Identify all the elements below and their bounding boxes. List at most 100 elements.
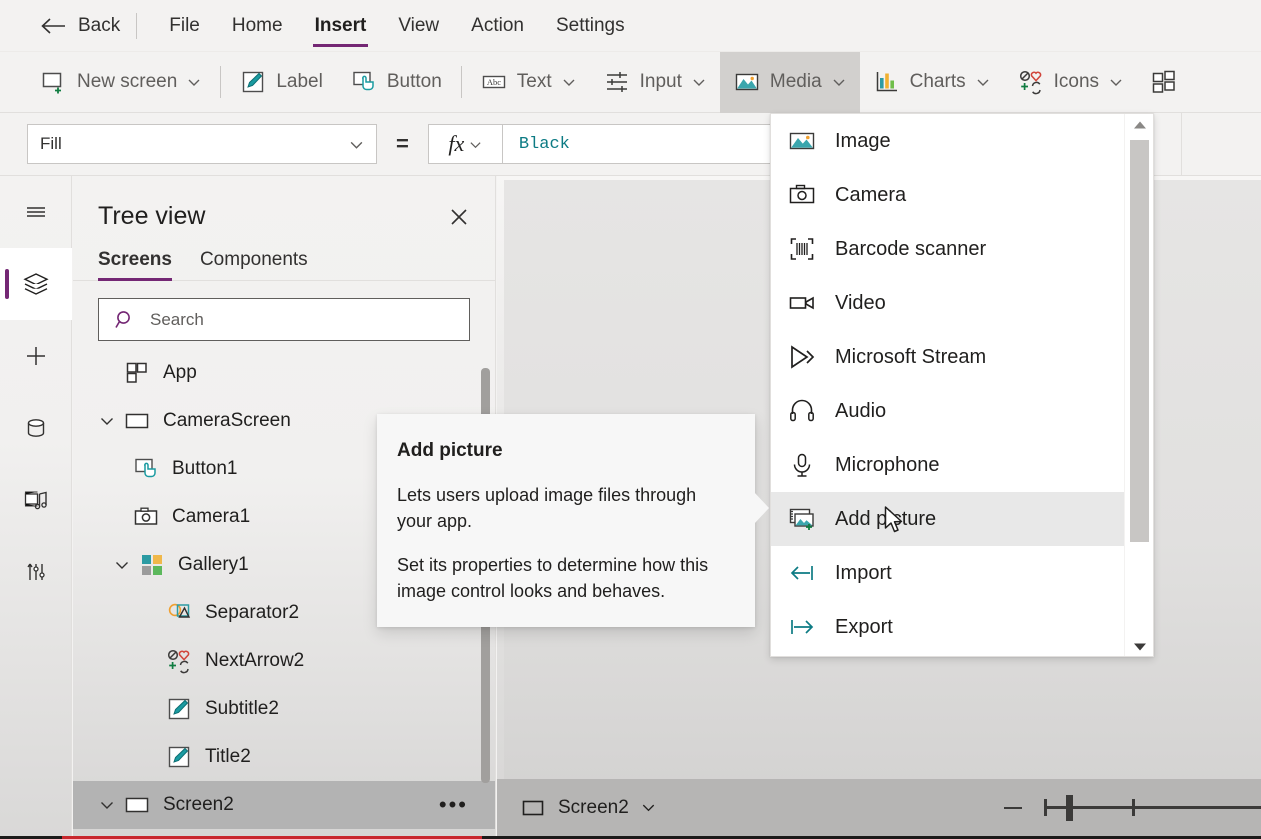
zoom-out-button[interactable] bbox=[1004, 806, 1022, 809]
tree-node-label: Title2 bbox=[205, 746, 251, 767]
ribbon-divider-2 bbox=[460, 66, 462, 98]
property-selector[interactable]: Fill bbox=[27, 124, 377, 164]
scroll-down-arrow[interactable] bbox=[1125, 636, 1153, 656]
ribbon-charts[interactable]: Charts bbox=[860, 52, 1004, 113]
zoom-slider-handle[interactable] bbox=[1066, 795, 1073, 821]
ribbon-custom[interactable] bbox=[1137, 52, 1177, 113]
ribbon-divider bbox=[220, 66, 222, 98]
media-menu-item-image[interactable]: Image bbox=[771, 114, 1153, 168]
data-cylinder-icon bbox=[27, 419, 45, 437]
media-menu-item-audio[interactable]: Audio bbox=[771, 384, 1153, 438]
menu-item-view[interactable]: View bbox=[396, 11, 441, 41]
power-apps-studio: Back File Home Insert View Action Settin… bbox=[0, 0, 1261, 839]
media-menu-item-camera[interactable]: Camera bbox=[771, 168, 1153, 222]
media-menu-scroll-thumb[interactable] bbox=[1130, 140, 1149, 542]
media-menu-item-add-picture[interactable]: Add picture bbox=[771, 492, 1153, 546]
ribbon-input-label: Input bbox=[639, 71, 682, 92]
tree-node-label: Button1 bbox=[172, 458, 238, 479]
media-icon bbox=[735, 73, 759, 91]
tree-node-label: App bbox=[163, 362, 197, 383]
menu-item-home[interactable]: Home bbox=[230, 11, 285, 41]
media-menu-item-barcode-scanner[interactable]: Barcode scanner bbox=[771, 222, 1153, 276]
camera-icon bbox=[789, 184, 815, 204]
rail-hamburger[interactable] bbox=[0, 176, 72, 248]
ribbon-button[interactable]: Button bbox=[337, 52, 456, 113]
back-button[interactable]: Back bbox=[40, 15, 120, 37]
menu-item-file[interactable]: File bbox=[167, 11, 202, 41]
ribbon-text-label: Text bbox=[516, 71, 552, 92]
back-arrow-icon bbox=[41, 17, 65, 34]
media-menu-label: Export bbox=[835, 615, 893, 638]
tree-view-layers-icon bbox=[23, 273, 49, 295]
hamburger-icon bbox=[27, 207, 45, 217]
video-icon bbox=[789, 296, 814, 310]
zoom-slider-track[interactable] bbox=[1044, 795, 1261, 821]
tree-node-app[interactable]: App bbox=[73, 349, 495, 397]
status-screen-selector[interactable]: Screen2 bbox=[521, 795, 657, 821]
ribbon-icons[interactable]: Icons bbox=[1004, 52, 1137, 113]
fx-button[interactable]: fx bbox=[427, 124, 502, 164]
menu-item-insert[interactable]: Insert bbox=[312, 11, 369, 47]
ribbon-text[interactable]: Abc Text bbox=[467, 52, 590, 113]
menu-item-action[interactable]: Action bbox=[469, 11, 526, 41]
chevron-down-icon bbox=[1133, 643, 1146, 651]
tree-node-nextarrow2[interactable]: NextArrow2 bbox=[73, 637, 495, 685]
tree-node-label: Separator2 bbox=[205, 602, 300, 623]
tree-node-overflow-menu[interactable]: ••• bbox=[439, 794, 468, 816]
advanced-tools-icon bbox=[27, 563, 45, 580]
audio-icon bbox=[790, 399, 814, 422]
ribbon-new-screen-label: New screen bbox=[77, 71, 178, 92]
scroll-up-arrow[interactable] bbox=[1125, 114, 1153, 136]
media-menu-item-video[interactable]: Video bbox=[771, 276, 1153, 330]
tree-node-screen2[interactable]: Screen2 ••• bbox=[73, 781, 495, 829]
property-selector-value: Fill bbox=[40, 134, 62, 153]
chevron-down-icon[interactable] bbox=[98, 796, 116, 814]
screen-icon bbox=[125, 797, 149, 813]
fx-label: fx bbox=[448, 131, 465, 156]
tree-node-title2[interactable]: Title2 bbox=[73, 733, 495, 781]
rail-data[interactable] bbox=[0, 392, 72, 464]
label-icon bbox=[168, 746, 190, 768]
ribbon-new-screen[interactable]: New screen bbox=[27, 52, 215, 113]
tree-node-subtitle2[interactable]: Subtitle2 bbox=[73, 685, 495, 733]
add-picture-tooltip: Add picture Lets users upload image file… bbox=[377, 414, 769, 627]
tab-components[interactable]: Components bbox=[200, 249, 308, 280]
search-box[interactable] bbox=[98, 298, 470, 341]
chevron-down-icon bbox=[833, 79, 845, 86]
ribbon-media[interactable]: Media bbox=[719, 51, 860, 113]
rail-tree-view[interactable] bbox=[0, 248, 72, 320]
icons-icon bbox=[167, 649, 190, 674]
search-icon bbox=[115, 310, 130, 328]
chevron-down-icon[interactable] bbox=[98, 412, 116, 430]
image-icon bbox=[789, 132, 815, 150]
ribbon-label-label: Label bbox=[276, 71, 323, 92]
media-menu-item-import[interactable]: Import bbox=[771, 546, 1153, 600]
app-icon bbox=[126, 362, 147, 383]
rail-insert[interactable] bbox=[0, 320, 72, 392]
media-menu-scrollbar[interactable] bbox=[1124, 114, 1153, 656]
ribbon-label[interactable]: Label bbox=[226, 52, 337, 113]
search-input[interactable] bbox=[150, 299, 455, 340]
media-menu-label: Microphone bbox=[835, 453, 940, 476]
media-menu-item-microsoft-stream[interactable]: Microsoft Stream bbox=[771, 330, 1153, 384]
menu-item-settings[interactable]: Settings bbox=[554, 11, 627, 41]
media-menu-item-export[interactable]: Export bbox=[771, 600, 1153, 654]
ribbon-input[interactable]: Input bbox=[590, 52, 720, 113]
tree-view-title: Tree view bbox=[98, 202, 206, 230]
equals-sign: = bbox=[396, 131, 409, 156]
ribbon-icons-label: Icons bbox=[1053, 71, 1100, 92]
tab-screens[interactable]: Screens bbox=[98, 249, 172, 281]
zoom-tick-mid bbox=[1132, 799, 1135, 816]
tree-node-label: NextArrow2 bbox=[205, 650, 305, 671]
chevron-down-icon[interactable] bbox=[113, 556, 131, 574]
media-menu-item-microphone[interactable]: Microphone bbox=[771, 438, 1153, 492]
zoom-control[interactable] bbox=[1004, 779, 1261, 836]
close-icon[interactable] bbox=[447, 205, 471, 229]
chevron-down-icon[interactable] bbox=[640, 799, 657, 816]
rail-advanced-tools[interactable] bbox=[0, 536, 72, 608]
icons-icon bbox=[1019, 70, 1041, 95]
new-screen-icon bbox=[42, 72, 62, 94]
microsoft-stream-icon bbox=[791, 345, 815, 369]
rail-media-library[interactable] bbox=[0, 464, 72, 536]
gallery-icon bbox=[142, 555, 162, 575]
